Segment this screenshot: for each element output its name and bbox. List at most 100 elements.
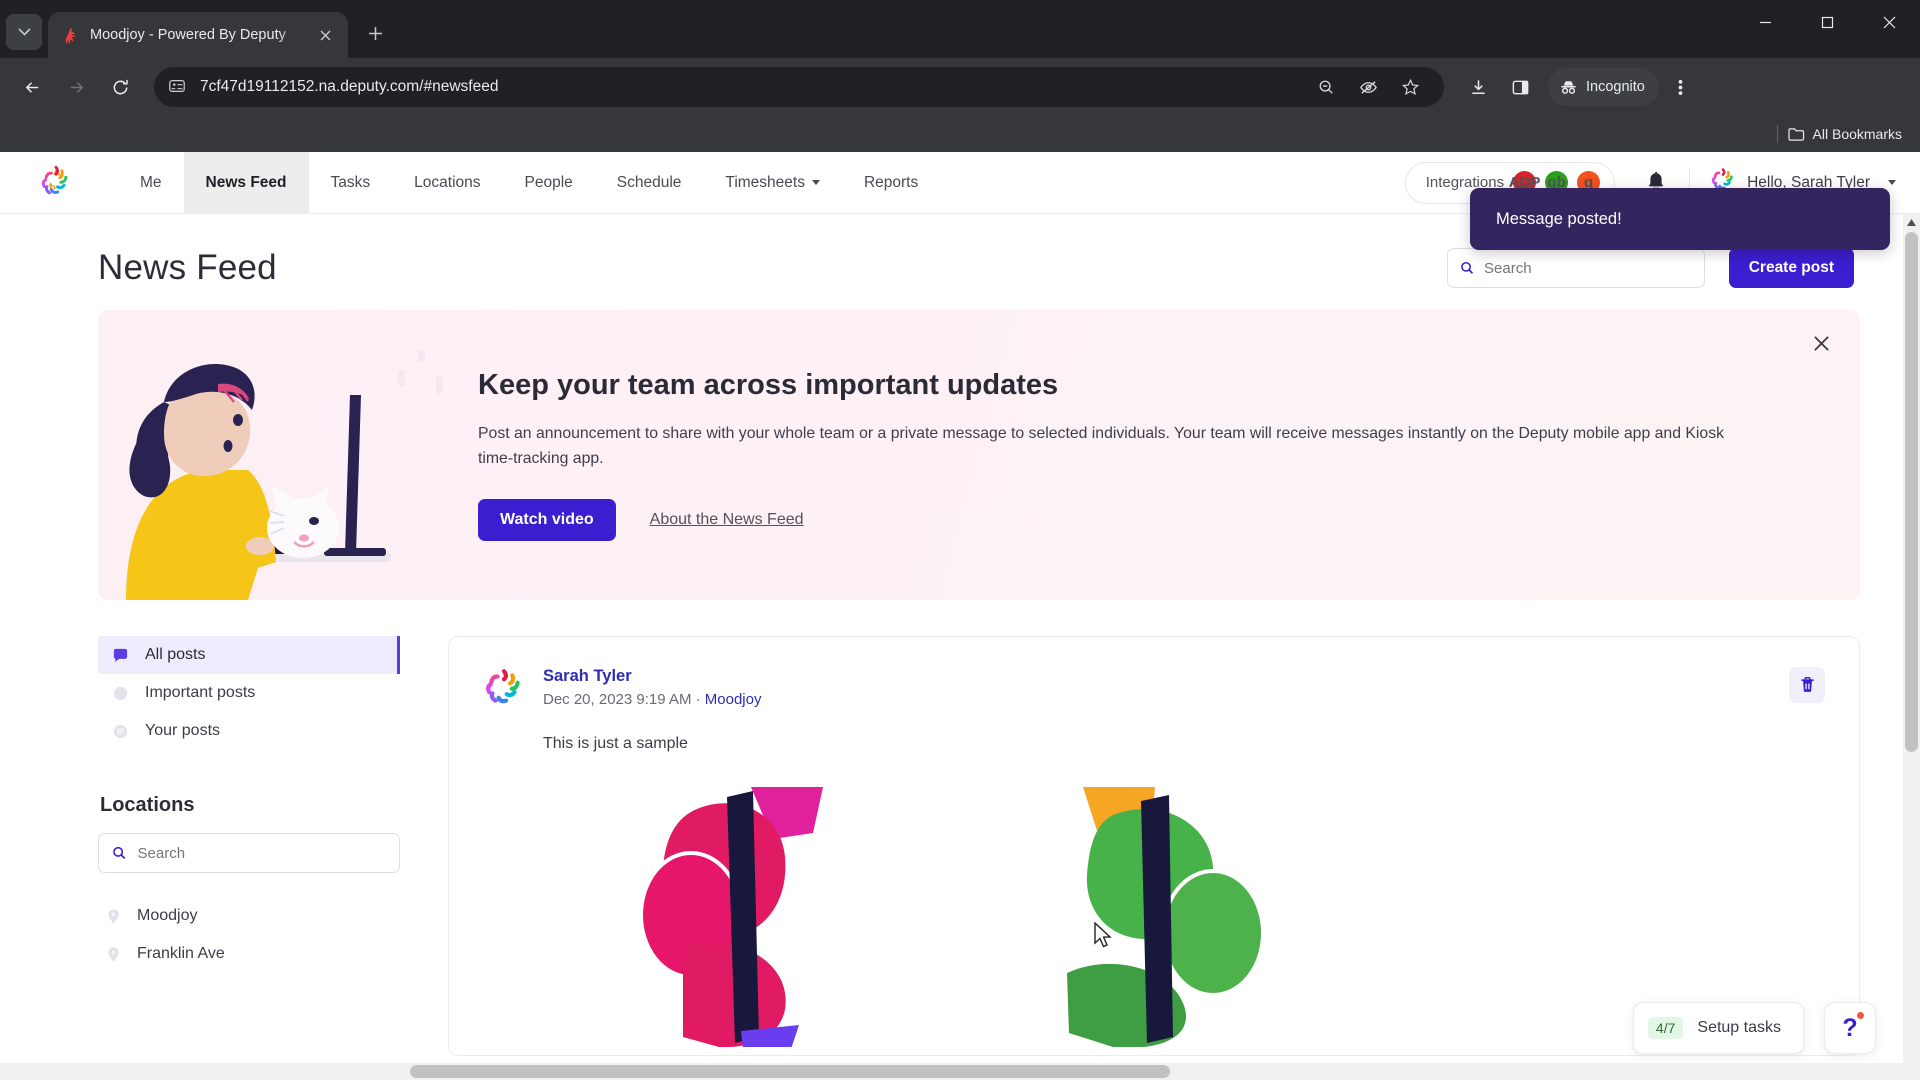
user-posts-icon — [113, 724, 128, 738]
chat-bubble-icon — [113, 648, 128, 662]
watch-video-button[interactable]: Watch video — [478, 498, 616, 541]
toolbar-right: Incognito — [1458, 67, 1701, 107]
nav-label: News Feed — [205, 173, 287, 191]
tracking-protection-icon[interactable] — [1348, 67, 1388, 107]
forward-icon[interactable] — [56, 67, 96, 107]
banner-text: Keep your team across important updates … — [468, 369, 1788, 541]
downloads-icon[interactable] — [1458, 67, 1498, 107]
map-pin-icon — [108, 946, 119, 962]
zoom-out-icon[interactable] — [1306, 67, 1346, 107]
nav-item-reports[interactable]: Reports — [842, 152, 940, 213]
all-bookmarks-button[interactable]: All Bookmarks — [1787, 126, 1902, 142]
browser-window: Moodjoy - Powered By Deputy 7cf47d191121… — [0, 0, 1920, 1080]
browser-tab[interactable]: Moodjoy - Powered By Deputy — [48, 12, 348, 58]
post-location[interactable]: Moodjoy — [705, 691, 762, 708]
tab-search-button[interactable] — [6, 14, 42, 50]
sidebar-filter-label: Your posts — [145, 722, 221, 739]
banner-actions: Watch video About the News Feed — [478, 498, 1748, 541]
bookmark-star-icon[interactable] — [1390, 67, 1430, 107]
nav-item-tasks[interactable]: Tasks — [309, 152, 393, 213]
about-news-feed-link[interactable]: About the News Feed — [650, 511, 804, 529]
sidebar-filter-your-posts[interactable]: Your posts — [98, 712, 400, 750]
site-info-icon[interactable] — [168, 77, 188, 97]
sidebar-filter-label: Important posts — [145, 684, 256, 701]
incognito-label: Incognito — [1586, 79, 1645, 95]
post-image-pink[interactable] — [623, 787, 893, 1052]
locations-search-input[interactable] — [98, 833, 400, 873]
feed-main: Sarah Tyler Dec 20, 2023 9:19 AM · Moodj… — [448, 636, 1860, 1056]
nav-item-timesheets[interactable]: Timesheets — [703, 152, 842, 213]
post-timestamp: Dec 20, 2023 9:19 AM — [543, 691, 692, 708]
sidebar-filter-label: All posts — [145, 646, 206, 663]
nav-item-me[interactable]: Me — [118, 152, 184, 213]
post-image-green[interactable] — [1023, 787, 1293, 1052]
page-title: News Feed — [98, 248, 277, 287]
location-label: Franklin Ave — [137, 945, 225, 962]
nav-item-people[interactable]: People — [503, 152, 595, 213]
nav-item-locations[interactable]: Locations — [392, 152, 502, 213]
banner-paragraph: Post an announcement to share with your … — [478, 425, 1725, 467]
create-post-button[interactable]: Create post — [1728, 248, 1854, 288]
setup-tasks-widget[interactable]: 4/7 Setup tasks — [1632, 1002, 1804, 1054]
search-input[interactable] — [1446, 248, 1705, 288]
deputy-brand-logo[interactable] — [38, 152, 74, 213]
toast-notification: Message posted! — [1470, 188, 1890, 250]
setup-tasks-label: Setup tasks — [1697, 1019, 1781, 1036]
meta-separator: · — [695, 691, 701, 708]
map-pin-icon — [108, 908, 119, 924]
nav-item-news-feed[interactable]: News Feed — [183, 152, 309, 213]
floating-widgets: 4/7 Setup tasks ? — [1632, 1002, 1876, 1054]
setup-tasks-count: 4/7 — [1647, 1017, 1684, 1039]
search-field[interactable] — [1484, 259, 1692, 277]
question-mark-icon: ? — [1842, 1013, 1858, 1042]
location-item-moodjoy[interactable]: Moodjoy — [98, 897, 400, 935]
search-icon — [113, 846, 126, 860]
browser-toolbar: 7cf47d19112152.na.deputy.com/#newsfeed I… — [0, 58, 1920, 116]
help-button[interactable]: ? — [1824, 1002, 1876, 1054]
incognito-indicator[interactable]: Incognito — [1548, 68, 1659, 106]
close-icon[interactable] — [314, 24, 336, 46]
divider — [1776, 125, 1778, 143]
sidebar-filter-all-posts[interactable]: All posts — [98, 636, 400, 674]
side-panel-icon[interactable] — [1500, 67, 1540, 107]
page-header-actions: Create post — [1446, 248, 1854, 288]
vertical-scroll-thumb[interactable] — [1905, 232, 1918, 752]
omnibox-actions — [1306, 67, 1430, 107]
nav-item-schedule[interactable]: Schedule — [595, 152, 704, 213]
mouse-cursor — [1094, 921, 1112, 953]
new-tab-button[interactable] — [358, 16, 392, 50]
feed-sidebar: All posts Important posts Your posts Loc… — [98, 636, 400, 1056]
post-card: Sarah Tyler Dec 20, 2023 9:19 AM · Moodj… — [448, 636, 1860, 1056]
horizontal-scrollbar[interactable] — [0, 1063, 1903, 1080]
locations-search-field[interactable] — [137, 844, 386, 862]
nav-label: Timesheets — [725, 173, 805, 191]
vertical-scrollbar[interactable] — [1903, 214, 1920, 1080]
minimize-button[interactable] — [1734, 0, 1796, 44]
tab-strip: Moodjoy - Powered By Deputy — [0, 0, 1920, 58]
menu-icon[interactable] — [1661, 67, 1701, 107]
all-bookmarks-label: All Bookmarks — [1812, 126, 1902, 142]
delete-post-button[interactable] — [1789, 667, 1825, 703]
horizontal-scroll-thumb[interactable] — [410, 1065, 1170, 1078]
scroll-up-arrow-icon[interactable] — [1903, 214, 1920, 231]
nav-label: Reports — [863, 173, 919, 191]
maximize-button[interactable] — [1796, 0, 1858, 44]
alert-icon — [113, 686, 128, 700]
location-item-franklin-ave[interactable]: Franklin Ave — [98, 935, 400, 973]
reload-icon[interactable] — [100, 67, 140, 107]
nav-label: Locations — [414, 173, 481, 191]
toast-message: Message posted! — [1496, 209, 1622, 228]
nav-label: People — [524, 173, 573, 191]
post-header: Sarah Tyler Dec 20, 2023 9:19 AM · Moodj… — [483, 667, 1825, 709]
post-author[interactable]: Sarah Tyler — [543, 667, 761, 686]
back-icon[interactable] — [12, 67, 52, 107]
nav-links: Me News Feed Tasks Locations People Sche… — [118, 152, 940, 213]
locations-heading: Locations — [100, 794, 195, 816]
close-icon[interactable] — [1808, 330, 1834, 356]
address-bar[interactable]: 7cf47d19112152.na.deputy.com/#newsfeed — [154, 67, 1444, 107]
sidebar-filter-important-posts[interactable]: Important posts — [98, 674, 400, 712]
page-content: News Feed Create post — [0, 214, 1920, 1080]
close-window-button[interactable] — [1858, 0, 1920, 44]
nav-label: Tasks — [330, 173, 371, 191]
promo-banner: Keep your team across important updates … — [98, 310, 1860, 600]
